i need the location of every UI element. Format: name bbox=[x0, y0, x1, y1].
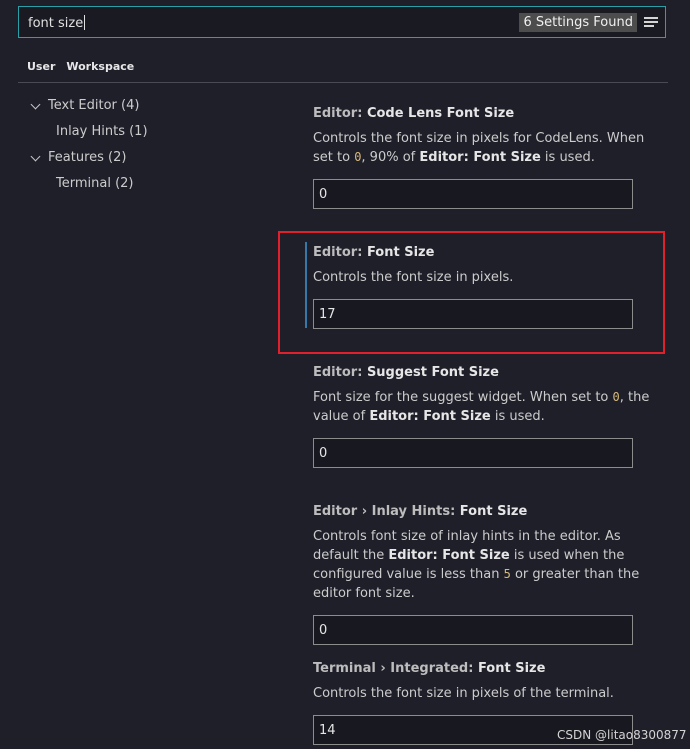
tab-user[interactable]: User bbox=[27, 60, 55, 73]
setting-description: Font size for the suggest widget. When s… bbox=[313, 390, 650, 424]
code-lens-font-size-input[interactable] bbox=[313, 179, 633, 209]
inlay-hints-font-size-input[interactable] bbox=[313, 615, 633, 645]
setting-description: Controls the font size in pixels for Cod… bbox=[313, 131, 645, 165]
chevron-down-icon[interactable] bbox=[30, 99, 41, 110]
header-divider bbox=[18, 82, 668, 83]
suggest-font-size-input[interactable] bbox=[313, 438, 633, 468]
settings-search-box[interactable]: font size 6 Settings Found bbox=[18, 6, 666, 38]
toc-item-terminal[interactable]: Terminal (2) bbox=[30, 175, 148, 201]
toc-item-inlay-hints[interactable]: Inlay Hints (1) bbox=[30, 123, 148, 149]
setting-title: Editor: Font Size bbox=[313, 245, 435, 260]
setting-suggest-font-size: Editor: Suggest Font Size Font size for … bbox=[313, 365, 658, 468]
results-count-badge: 6 Settings Found bbox=[519, 13, 637, 32]
filter-list-icon[interactable] bbox=[644, 17, 658, 28]
settings-toc: Text Editor (4) Inlay Hints (1) Features… bbox=[30, 97, 148, 201]
chevron-down-icon[interactable] bbox=[30, 151, 41, 162]
setting-description: Controls font size of inlay hints in the… bbox=[313, 529, 640, 601]
toc-item-text-editor[interactable]: Text Editor (4) bbox=[30, 97, 148, 123]
setting-title: Editor: Code Lens Font Size bbox=[313, 106, 515, 121]
scope-tabs: User Workspace bbox=[27, 60, 145, 73]
setting-editor-font-size: Editor: Font Size Controls the font size… bbox=[313, 245, 658, 329]
setting-title: Editor › Inlay Hints: Font Size bbox=[313, 504, 528, 519]
setting-title: Terminal › Integrated: Font Size bbox=[313, 661, 546, 676]
setting-description: Controls the font size in pixels of the … bbox=[313, 686, 614, 701]
search-input[interactable]: font size bbox=[28, 15, 86, 31]
tab-workspace[interactable]: Workspace bbox=[66, 60, 134, 73]
setting-code-lens-font-size: Editor: Code Lens Font Size Controls the… bbox=[313, 106, 658, 209]
setting-inlay-hints-font-size: Editor › Inlay Hints: Font Size Controls… bbox=[313, 504, 658, 645]
watermark: CSDN @litao8300877 bbox=[557, 728, 687, 742]
editor-font-size-input[interactable] bbox=[313, 299, 633, 329]
setting-description: Controls the font size in pixels. bbox=[313, 270, 514, 285]
toc-item-features[interactable]: Features (2) bbox=[30, 149, 148, 175]
setting-title: Editor: Suggest Font Size bbox=[313, 365, 499, 380]
